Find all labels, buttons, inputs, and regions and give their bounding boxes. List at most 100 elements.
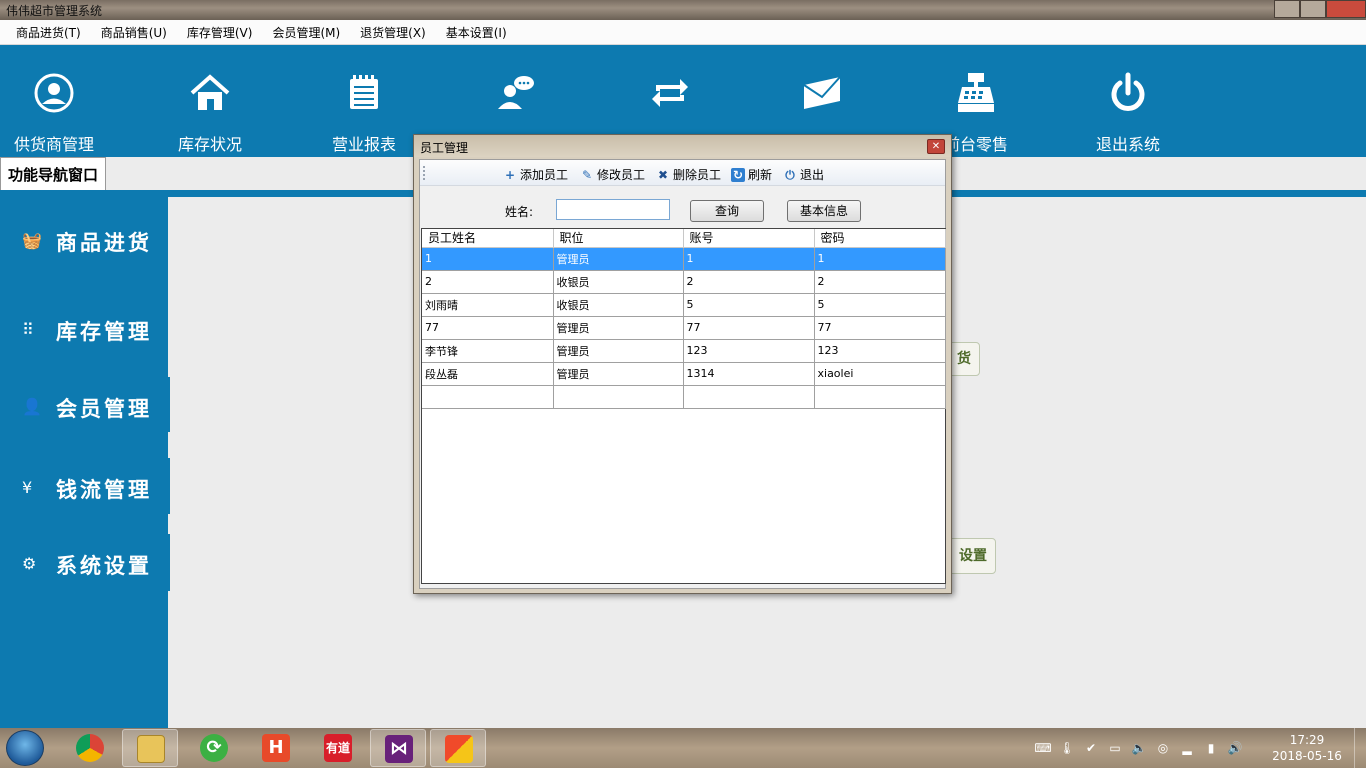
start-icon[interactable] (6, 730, 44, 766)
menu-item-purchase[interactable]: 商品进货(T) (6, 24, 91, 41)
nav-window-tab[interactable]: 功能导航窗口 (0, 157, 106, 191)
edit-employee-button[interactable]: ✎ 修改员工 (580, 166, 645, 183)
signal-bars-icon[interactable]: ▂ (1178, 739, 1196, 757)
column-header-name[interactable]: 员工姓名 (422, 229, 554, 248)
minimize-button[interactable] (1274, 0, 1300, 18)
keyboard-icon[interactable]: ⌨ (1034, 739, 1052, 757)
cell[interactable]: 123 (814, 339, 946, 363)
taskbar-app-chrome[interactable] (62, 729, 118, 767)
menu-item-settings[interactable]: 基本设置(I) (436, 24, 517, 41)
cell[interactable]: 收银员 (553, 270, 684, 294)
taskbar-app-green[interactable]: ⟳ (186, 729, 242, 767)
toolbar-returns[interactable] (610, 71, 730, 131)
cell[interactable]: 收银员 (553, 293, 684, 317)
cell[interactable]: 77 (814, 316, 946, 340)
dialog-close-button[interactable]: ✕ (927, 139, 945, 154)
sidebar-item-inventory[interactable]: ⠿ 库存管理 (0, 300, 170, 358)
column-header-account[interactable]: 账号 (683, 229, 815, 248)
toolbar-stock[interactable]: 库存状况 (150, 71, 270, 155)
button-label: 修改员工 (597, 168, 646, 182)
cell[interactable]: 1 (814, 247, 946, 271)
dialog-titlebar: 员工管理 ✕ (414, 135, 951, 157)
column-header-position[interactable]: 职位 (553, 229, 684, 248)
cell[interactable]: 管理员 (553, 339, 684, 363)
cell[interactable]: 刘雨晴 (422, 293, 554, 317)
sidebar-item-purchase[interactable]: 🧺 商品进货 (0, 211, 170, 269)
contact-chat-icon (498, 76, 534, 109)
table-row[interactable]: 77 管理员 77 77 (422, 316, 946, 340)
monitor-icon[interactable]: ▭ (1106, 739, 1124, 757)
cell[interactable]: 5 (814, 293, 946, 317)
thermometer-icon[interactable]: 🌡 (1058, 739, 1076, 757)
taskbar-app-hbuilder[interactable]: H (248, 729, 304, 767)
security-shield-icon[interactable]: ✔ (1082, 739, 1100, 757)
cell[interactable]: 123 (683, 339, 815, 363)
sidebar-item-label: 库存管理 (56, 320, 152, 344)
cell[interactable]: 1314 (683, 362, 815, 386)
cell[interactable]: 1 (683, 247, 815, 271)
exit-button[interactable]: ⏻ 退出 (783, 166, 824, 183)
show-desktop-button[interactable] (1354, 728, 1366, 768)
sidebar-gap (168, 591, 172, 728)
table-row[interactable]: 刘雨晴 收银员 5 5 (422, 293, 946, 317)
query-button[interactable]: 查询 (690, 200, 764, 222)
basic-info-button[interactable]: 基本信息 (787, 200, 861, 222)
cell[interactable]: 2 (422, 270, 554, 294)
cell[interactable]: 2 (814, 270, 946, 294)
sidebar-item-cashflow[interactable]: ¥ 钱流管理 (0, 458, 170, 516)
delete-employee-button[interactable]: ✖ 删除员工 (656, 166, 721, 183)
toolbar-grip[interactable] (423, 166, 426, 180)
taskbar-app-visual-studio[interactable]: ⋈ (370, 729, 426, 767)
menu-item-returns[interactable]: 退货管理(X) (350, 24, 436, 41)
toolbar-report[interactable]: 营业报表 (304, 71, 424, 155)
cell[interactable]: 77 (422, 316, 554, 340)
cell[interactable]: 77 (683, 316, 815, 340)
window-titlebar: 伟伟超市管理系统 (0, 0, 1366, 20)
toolbar-exit[interactable]: 退出系统 (1068, 71, 1188, 155)
toolbar-messages[interactable] (762, 71, 882, 131)
gear-icon: ⚙ (22, 554, 37, 573)
volume-icon[interactable]: 🔊 (1226, 739, 1244, 757)
system-clock[interactable]: 17:29 2018-05-16 (1264, 732, 1350, 764)
table-row[interactable]: 1 管理员 1 1 (422, 247, 946, 271)
table-row[interactable]: 2 收银员 2 2 (422, 270, 946, 294)
cell[interactable]: 管理员 (553, 316, 684, 340)
table-row[interactable]: 段丛磊 管理员 1314 xiaolei (422, 362, 946, 386)
cell[interactable]: 管理员 (553, 247, 684, 271)
close-button[interactable] (1326, 0, 1366, 18)
toolbar-supplier[interactable]: 供货商管理 (0, 71, 114, 155)
cell[interactable]: 1 (422, 247, 554, 271)
cell[interactable] (422, 385, 554, 409)
table-row-new[interactable] (422, 385, 946, 409)
menu-item-sales[interactable]: 商品销售(U) (91, 24, 177, 41)
cell[interactable]: 管理员 (553, 362, 684, 386)
taskbar-app-winform[interactable] (430, 729, 486, 767)
column-header-password[interactable]: 密码 (814, 229, 946, 248)
speaker-icon[interactable]: 🔈 (1130, 739, 1148, 757)
toolbar-employee[interactable] (456, 71, 576, 131)
cell[interactable] (683, 385, 815, 409)
user-circle-icon (34, 73, 74, 113)
cell[interactable]: xiaolei (814, 362, 946, 386)
cell[interactable] (814, 385, 946, 409)
cell[interactable] (553, 385, 684, 409)
sidebar-item-settings[interactable]: ⚙ 系统设置 (0, 534, 170, 592)
cell[interactable]: 段丛磊 (422, 362, 554, 386)
refresh-button[interactable]: ↻ 刷新 (731, 166, 772, 183)
cell[interactable]: 5 (683, 293, 815, 317)
green-refresh-icon: ⟳ (200, 734, 228, 762)
menu-item-inventory[interactable]: 库存管理(V) (177, 24, 263, 41)
taskbar-app-youdao[interactable]: 有道 (310, 729, 366, 767)
name-search-input[interactable] (556, 199, 670, 220)
add-employee-button[interactable]: + 添加员工 (503, 166, 568, 183)
taskbar-app-explorer[interactable] (122, 729, 178, 767)
sidebar-item-members[interactable]: 👤 会员管理 (0, 377, 170, 435)
cell[interactable]: 2 (683, 270, 815, 294)
table-row[interactable]: 李节锋 管理员 123 123 (422, 339, 946, 363)
employee-grid[interactable]: 员工姓名 职位 账号 密码 1 管理员 1 1 2 收银员 2 2 刘雨晴 收银… (421, 228, 946, 584)
battery-icon[interactable]: ▮ (1202, 739, 1220, 757)
cell[interactable]: 李节锋 (422, 339, 554, 363)
menu-item-members[interactable]: 会员管理(M) (262, 24, 350, 41)
maximize-button[interactable] (1300, 0, 1326, 18)
network-globe-icon[interactable]: ◎ (1154, 739, 1172, 757)
